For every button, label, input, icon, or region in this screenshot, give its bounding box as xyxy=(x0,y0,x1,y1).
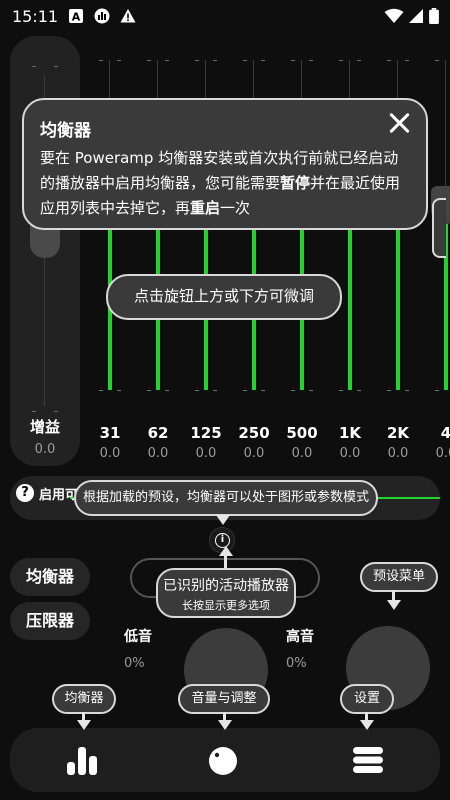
equalizer-nav-icon[interactable] xyxy=(66,744,98,776)
treble-value: 0% xyxy=(286,656,307,671)
nav-settings-tooltip: 设置 xyxy=(340,684,394,714)
tooltip-title: 均衡器 xyxy=(40,121,91,141)
status-time: 15:11 xyxy=(12,7,59,26)
tooltip-arrow xyxy=(77,720,91,730)
equalizer-help-tooltip: 均衡器 要在 Poweramp 均衡器安装或首次执行前就已经启动的播放器中启用均… xyxy=(22,98,428,230)
wifi-icon xyxy=(384,8,404,23)
nav-volume-tooltip: 音量与调整 xyxy=(178,684,270,714)
treble-label: 高音 xyxy=(286,629,314,645)
active-player-subtitle: 长按显示更多选项 xyxy=(182,599,270,612)
tooltip-arrow xyxy=(387,600,401,610)
tooltip-arrow xyxy=(218,720,232,730)
volume-knob-nav-icon[interactable] xyxy=(208,746,238,776)
bass-value: 0% xyxy=(124,656,145,671)
nav-equalizer-tooltip: 均衡器 xyxy=(52,684,116,714)
band-level-fill xyxy=(348,224,352,390)
preset-mode-tooltip: 根据加载的预设，均衡器可以处于图形或参数模式 xyxy=(74,480,378,516)
close-icon[interactable] xyxy=(386,110,412,136)
limiter-tab-button[interactable]: 压限器 xyxy=(10,602,90,640)
bass-label: 低音 xyxy=(124,629,152,645)
active-player-title: 已识别的活动播放器 xyxy=(163,578,289,594)
status-bar: 15:11 A xyxy=(0,0,450,32)
svg-text:A: A xyxy=(72,11,81,24)
gain-value: 0.0 xyxy=(34,442,56,457)
equalizer-tab-button[interactable]: 均衡器 xyxy=(10,558,90,596)
battery-icon xyxy=(429,8,439,24)
auto-eq-label: 启用可 xyxy=(39,488,79,503)
warning-icon xyxy=(120,9,136,23)
tooltip-arrow xyxy=(219,546,233,556)
preset-menu-tooltip: 预设菜单 xyxy=(360,562,438,592)
bottom-nav-bar xyxy=(10,728,440,792)
signal-icon xyxy=(409,9,423,23)
band-level-fill xyxy=(396,224,400,390)
gain-label: 增益 xyxy=(29,418,60,436)
a-notification-icon: A xyxy=(69,9,83,24)
tooltip-arrow xyxy=(216,515,230,525)
tooltip-arrow xyxy=(360,720,374,730)
tooltip-edge-nub xyxy=(432,198,446,258)
settings-menu-nav-icon[interactable] xyxy=(352,744,384,776)
bars-app-icon xyxy=(94,8,110,24)
help-icon[interactable]: ? xyxy=(16,484,34,502)
band-value: 0.0 xyxy=(435,446,450,461)
band-frequency-label: 4 xyxy=(440,424,450,442)
tooltip-body: 要在 Poweramp 均衡器安装或首次执行前就已经启动的播放器中启用均衡器，您… xyxy=(40,149,401,217)
knob-hint-tooltip: 点击旋钮上方或下方可微调 xyxy=(106,274,342,320)
active-player-tooltip: 已识别的活动播放器 长按显示更多选项 xyxy=(156,568,296,618)
